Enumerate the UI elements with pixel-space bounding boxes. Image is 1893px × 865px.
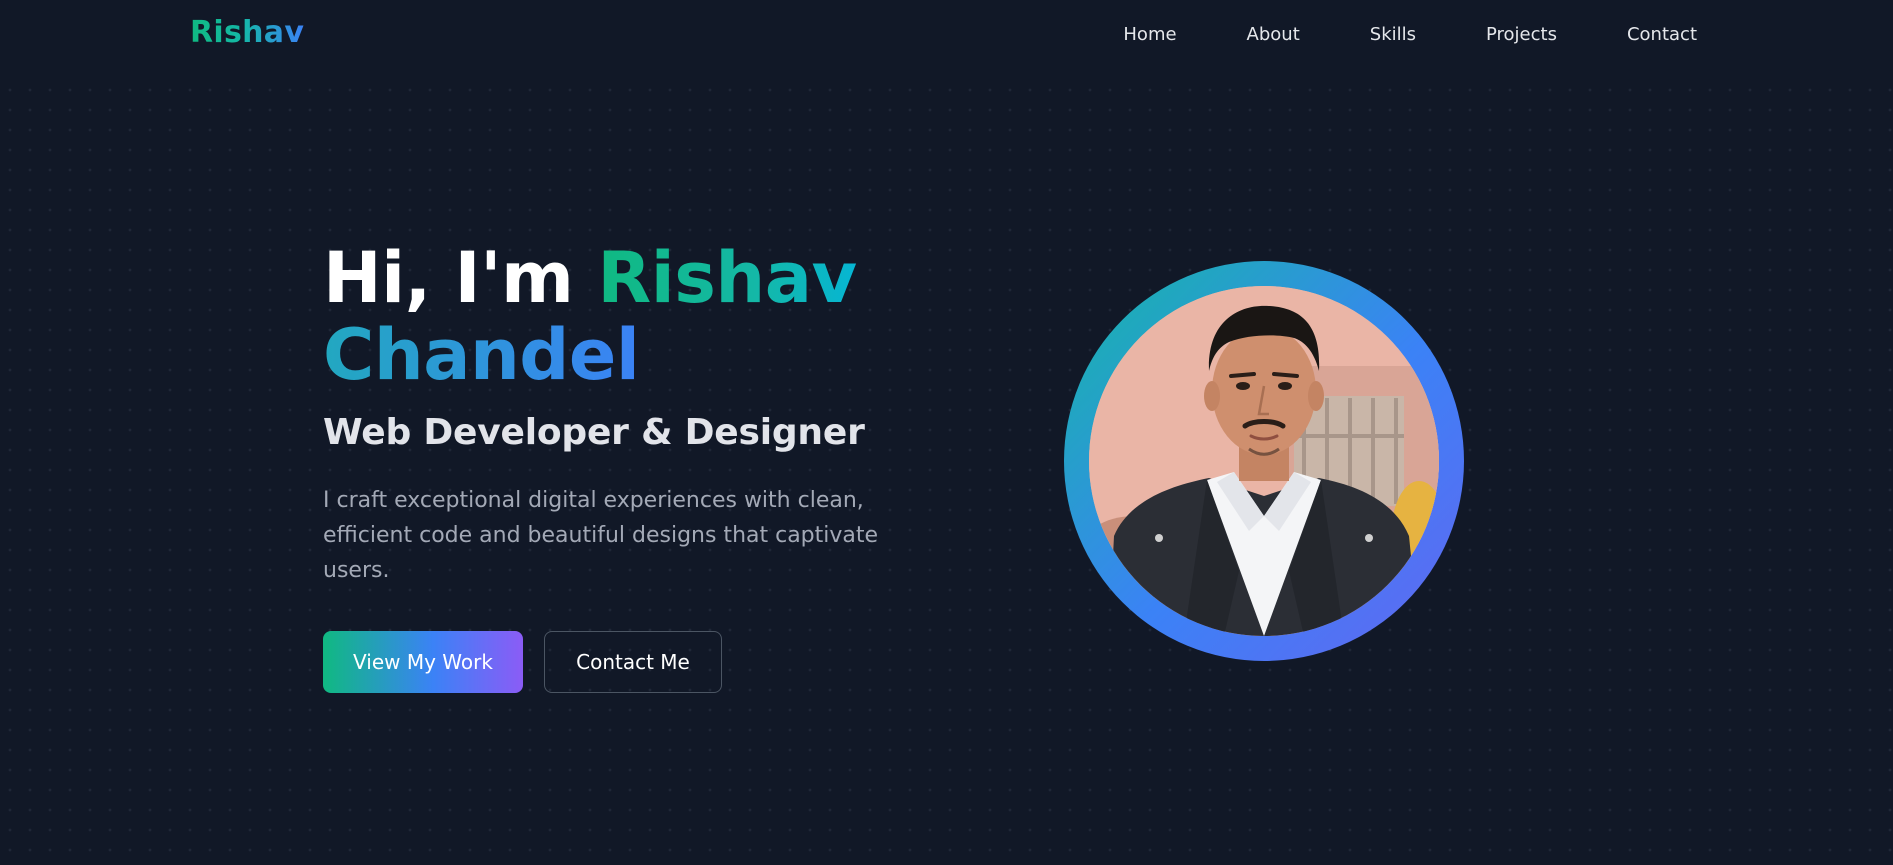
nav-menu: Home About Skills Projects Contact xyxy=(1053,24,1697,45)
navbar: Rishav Home About Skills Projects Contac… xyxy=(0,0,1893,72)
hero-first-name: Rishav xyxy=(597,237,857,319)
nav-link-contact[interactable]: Contact xyxy=(1627,24,1697,45)
hero-title: Hi, I'm Rishav Chandel xyxy=(323,240,943,394)
nav-link-projects[interactable]: Projects xyxy=(1486,24,1557,45)
nav-link-skills[interactable]: Skills xyxy=(1370,24,1416,45)
profile-photo-frame xyxy=(1064,261,1464,661)
hero-subtitle: Web Developer & Designer xyxy=(323,412,865,453)
profile-portrait-illustration xyxy=(1089,286,1439,636)
hero-description: I craft exceptional digital experiences … xyxy=(323,488,879,583)
view-work-button[interactable]: View My Work xyxy=(323,631,523,693)
site-logo[interactable]: Rishav xyxy=(190,15,304,50)
profile-photo xyxy=(1089,286,1439,636)
hero-section: Hi, I'm Rishav Chandel Web Developer & De… xyxy=(323,240,943,693)
contact-me-button[interactable]: Contact Me xyxy=(544,631,722,693)
hero-last-name: Chandel xyxy=(323,314,640,396)
hero-buttons: View My Work Contact Me xyxy=(323,631,943,693)
nav-link-about[interactable]: About xyxy=(1247,24,1300,45)
hero-greeting: Hi, I'm xyxy=(323,237,598,319)
nav-link-home[interactable]: Home xyxy=(1123,24,1176,45)
